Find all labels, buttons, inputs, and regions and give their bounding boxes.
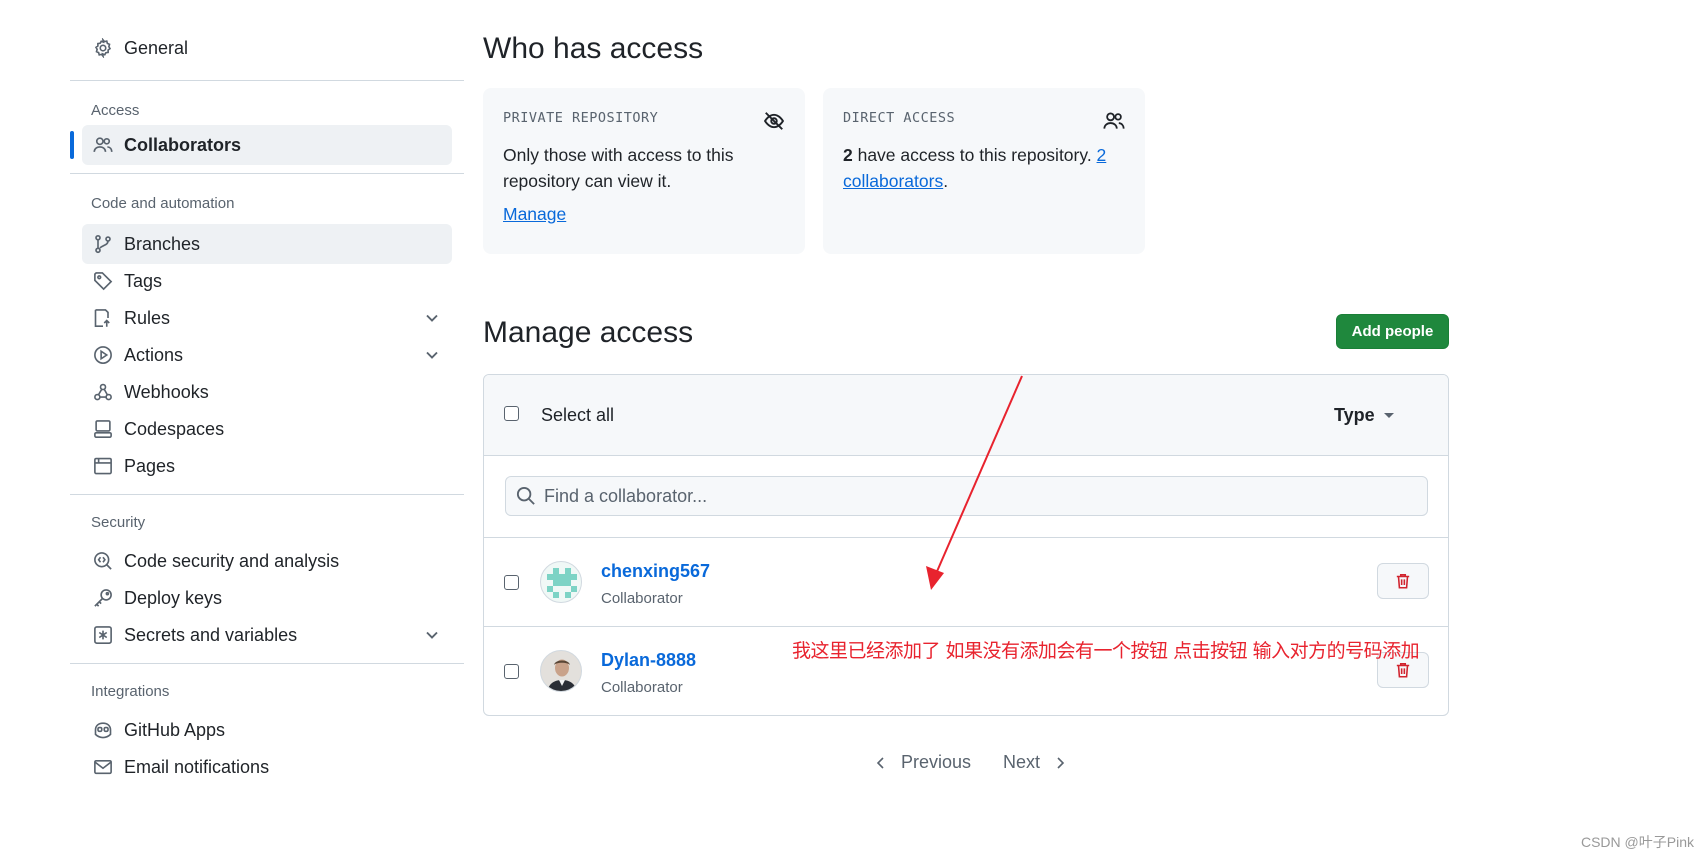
sidebar-item-pages[interactable]: Pages — [82, 446, 452, 486]
chevron-down-icon[interactable] — [422, 345, 442, 365]
sidebar-item-label: Tags — [124, 270, 163, 291]
key-icon — [92, 587, 114, 609]
table-row: chenxing567 Collaborator — [484, 538, 1448, 627]
trash-icon — [1396, 574, 1410, 589]
collaborator-name[interactable]: chenxing567 — [601, 561, 710, 582]
pagination: Previous Next — [873, 752, 1068, 773]
card-text: 2 have access to this repository. 2 coll… — [843, 142, 1113, 194]
sidebar-item-label: Code security and analysis — [124, 550, 340, 571]
identicon-icon — [547, 568, 577, 598]
sidebar-item-label: Webhooks — [124, 381, 209, 402]
section-title: Manage access — [483, 316, 694, 349]
sidebar-item-label: Collaborators — [124, 134, 242, 155]
rules-icon — [92, 307, 114, 329]
webhook-icon — [92, 381, 114, 403]
collaborator-name[interactable]: Dylan-8888 — [601, 650, 696, 671]
sidebar-item-collaborators[interactable]: Collaborators — [70, 125, 452, 165]
branch-icon — [92, 233, 114, 255]
annotation-text: 我这里已经添加了 如果没有添加会有一个按钮 点击按钮 输入对方的号码添加 — [792, 640, 1420, 662]
remove-collaborator-button[interactable] — [1377, 563, 1429, 599]
people-icon — [92, 134, 114, 156]
search-icon — [516, 486, 535, 505]
collaborators-table: Select all Type Find a collaborator... c… — [483, 374, 1449, 716]
search-row — [484, 456, 1448, 538]
chevron-down-icon[interactable] — [422, 308, 442, 328]
sidebar-item-general[interactable]: General — [82, 28, 452, 68]
sidebar-item-github-apps[interactable]: GitHub Apps — [82, 710, 452, 750]
play-circle-icon — [92, 344, 114, 366]
sidebar-item-webhooks[interactable]: Webhooks — [82, 372, 452, 412]
access-text: have access to this repository. — [852, 145, 1097, 165]
tag-icon — [92, 270, 114, 292]
sidebar-heading-code-automation: Code and automation — [91, 194, 235, 212]
sidebar-item-label: Deploy keys — [124, 587, 223, 608]
sidebar-item-branches[interactable]: Branches — [82, 224, 452, 264]
sidebar-item-tags[interactable]: Tags — [82, 261, 452, 301]
trash-icon — [1396, 663, 1410, 678]
collaborator-role: Collaborator — [601, 590, 683, 607]
sidebar-item-code-security[interactable]: Code security and analysis — [82, 541, 452, 581]
sidebar-item-label: Secrets and variables — [124, 624, 298, 645]
page-title: Who has access — [483, 32, 704, 65]
codescan-icon — [92, 550, 114, 572]
sidebar-item-rules[interactable]: Rules — [82, 298, 452, 338]
sidebar-item-secrets[interactable]: Secrets and variables — [82, 615, 452, 655]
sidebar-heading-security: Security — [91, 513, 146, 531]
next-label: Next — [1003, 752, 1041, 772]
eye-closed-icon — [763, 112, 785, 130]
gear-icon — [92, 37, 114, 59]
sidebar-item-label: Email notifications — [124, 756, 270, 777]
card-label: DIRECT ACCESS — [843, 110, 956, 126]
manage-link[interactable]: Manage — [503, 204, 566, 224]
settings-sidebar: General Access Collaborators Code and au… — [70, 0, 464, 787]
sidebar-item-label: General — [124, 37, 189, 58]
select-all-label: Select all — [541, 405, 615, 425]
chevron-down-icon[interactable] — [422, 625, 442, 645]
mail-icon — [92, 756, 114, 778]
card-label: PRIVATE REPOSITORY — [503, 110, 659, 126]
sidebar-item-label: GitHub Apps — [124, 719, 226, 740]
chevron-left-icon — [876, 756, 884, 769]
browser-icon — [92, 455, 114, 477]
people-icon — [1103, 112, 1125, 129]
avatar[interactable] — [540, 650, 582, 692]
sidebar-item-deploy-keys[interactable]: Deploy keys — [82, 578, 452, 618]
sidebar-item-label: Branches — [124, 233, 201, 254]
private-repository-card: PRIVATE REPOSITORY Only those with acces… — [483, 88, 805, 254]
sidebar-item-label: Codespaces — [124, 418, 225, 439]
sidebar-item-actions[interactable]: Actions — [82, 335, 452, 375]
period: . — [943, 171, 949, 191]
avatar[interactable] — [540, 561, 582, 603]
person-photo-icon — [541, 651, 581, 691]
sidebar-heading-access: Access — [91, 101, 140, 119]
add-people-button[interactable]: Add people — [1336, 314, 1449, 349]
sidebar-item-label: Pages — [124, 455, 176, 476]
select-all-checkbox[interactable] — [504, 406, 519, 421]
direct-access-card: DIRECT ACCESS 2 have access to this repo… — [823, 88, 1145, 254]
collaborator-role: Collaborator — [601, 679, 683, 696]
sidebar-heading-integrations: Integrations — [91, 682, 170, 700]
codespaces-icon — [92, 418, 114, 440]
sidebar-item-label: Rules — [124, 307, 171, 328]
card-text: Only those with access to this repositor… — [503, 145, 734, 191]
copilot-icon — [92, 719, 114, 741]
sidebar-item-label: Actions — [124, 344, 184, 365]
watermark: CSDN @叶子Pink — [1580, 834, 1694, 850]
caret-down-icon — [1384, 413, 1394, 418]
access-count: 2 — [843, 145, 853, 165]
next-page-button[interactable]: Next — [1003, 752, 1068, 773]
chevron-right-icon — [1057, 756, 1065, 769]
asterisk-box-icon — [92, 624, 114, 646]
table-header: Select all Type — [484, 375, 1448, 456]
sidebar-item-email-notifications[interactable]: Email notifications — [82, 747, 452, 787]
row-checkbox[interactable] — [504, 575, 519, 590]
search-box — [505, 476, 1428, 516]
type-filter[interactable]: Type — [1334, 405, 1375, 426]
search-input[interactable] — [544, 485, 1394, 507]
previous-label: Previous — [901, 752, 972, 772]
row-checkbox[interactable] — [504, 664, 519, 679]
previous-page-button[interactable]: Previous — [873, 752, 971, 773]
sidebar-item-codespaces[interactable]: Codespaces — [82, 409, 452, 449]
